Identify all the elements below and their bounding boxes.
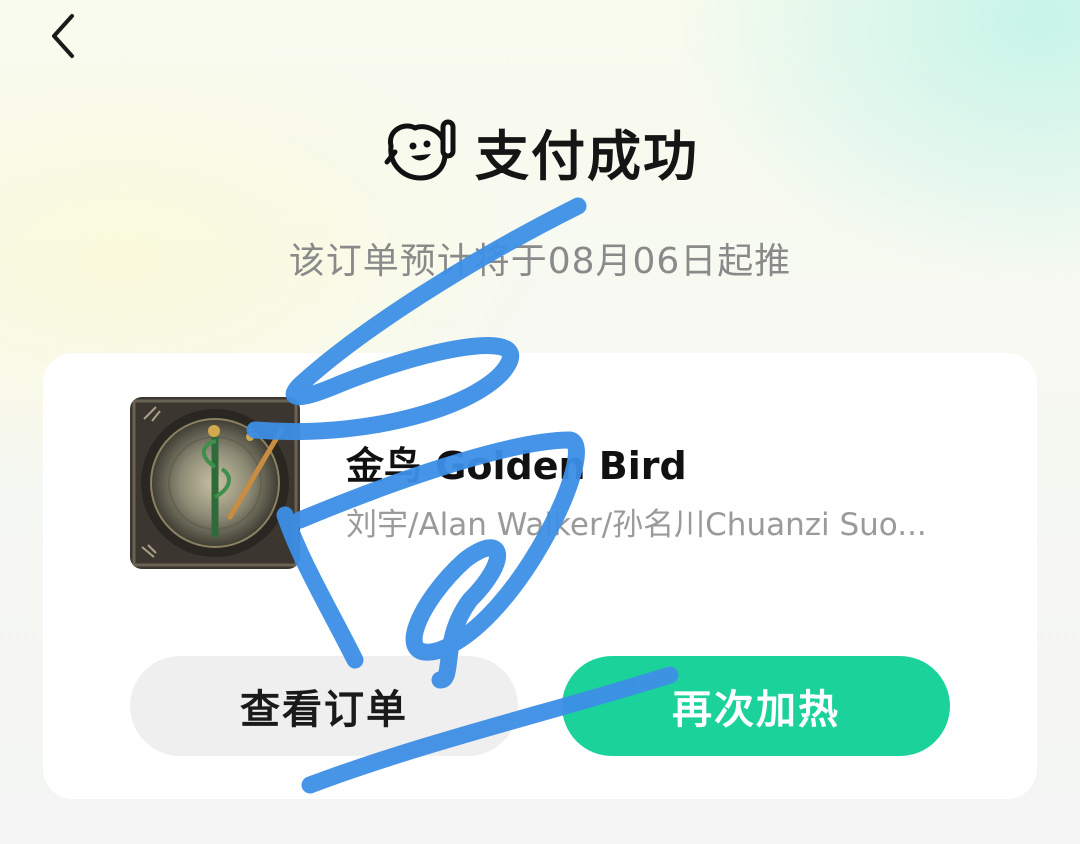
- artist-name: 刘宇/Alan Walker/孙名川Chuanzi Suo...: [346, 507, 927, 543]
- back-button[interactable]: [36, 8, 92, 64]
- order-card: 金鸟 Golden Bird 刘宇/Alan Walker/孙名川Chuanzi…: [43, 353, 1037, 799]
- payment-success-title: 支付成功: [475, 125, 699, 188]
- mascot-waving-icon: [384, 119, 456, 180]
- chevron-left-icon: [52, 14, 74, 58]
- reheat-button[interactable]: 再次加热: [562, 656, 950, 756]
- order-schedule-subtitle: 该订单预计将于08月06日起推: [288, 241, 792, 282]
- view-order-button[interactable]: 查看订单: [130, 656, 518, 756]
- album-cover[interactable]: [130, 397, 300, 569]
- song-title: 金鸟 Golden Bird: [346, 444, 687, 488]
- payment-status-header: 支付成功: [0, 112, 1080, 191]
